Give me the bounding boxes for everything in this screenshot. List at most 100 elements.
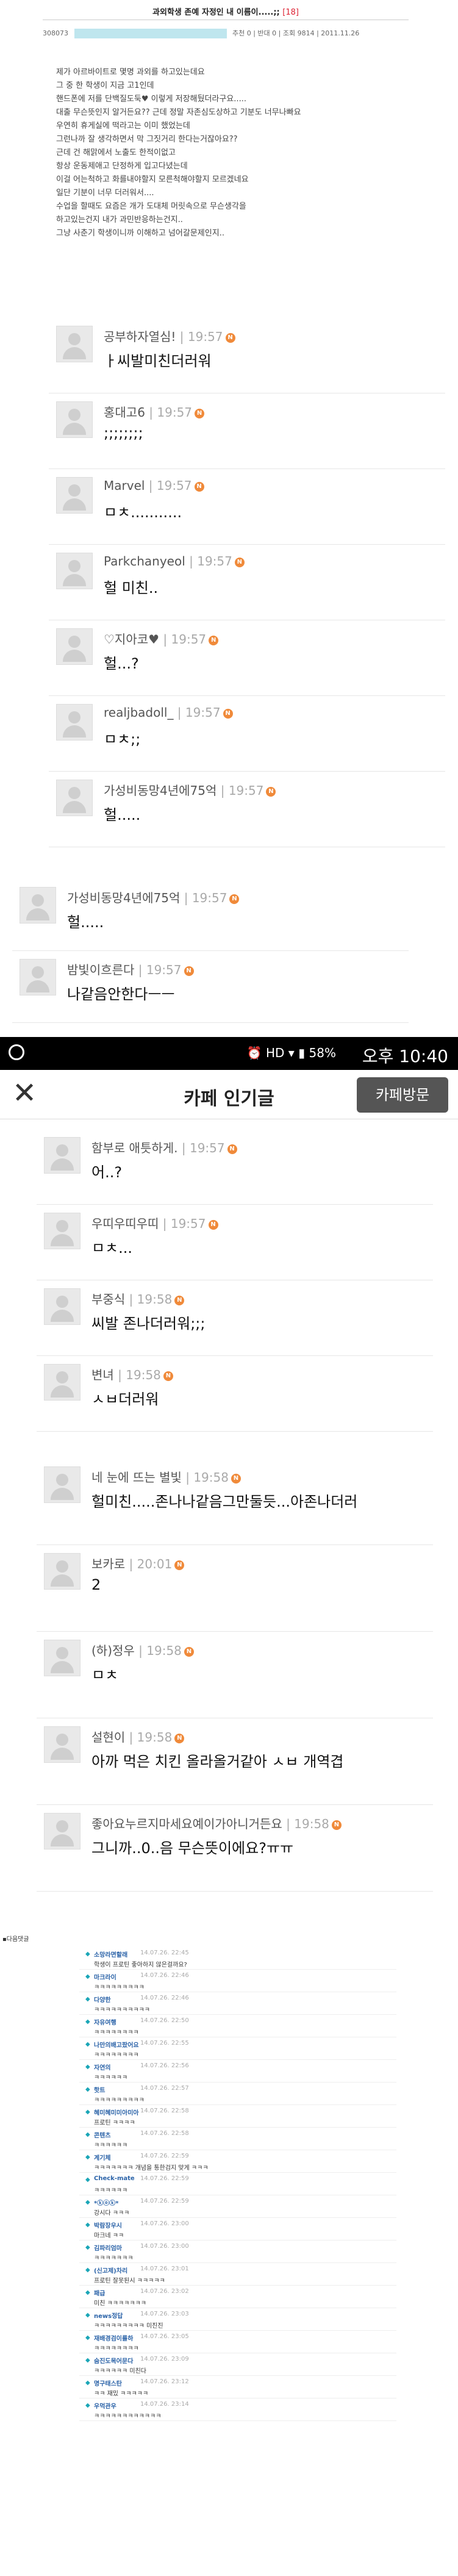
mini-author[interactable]: 박람장우시 — [94, 2220, 122, 2230]
comment-author[interactable]: (하)정우 | 19:58 N — [91, 1641, 194, 1659]
comment-author[interactable]: Parkchanyeol | 19:57 N — [104, 554, 245, 569]
avatar[interactable] — [44, 1213, 81, 1249]
mini-comment: ◆ (신고제)차리 14.07.26. 23:01 프로틴 잘못된시 ㅋㅋㅋㅋㅋ — [79, 2263, 396, 2286]
mini-author[interactable]: 명구태스탄 — [94, 2378, 122, 2388]
mini-author[interactable]: (신고제)차리 — [94, 2266, 127, 2275]
comment-row: 함부로 애틋하게. | 19:57 N 어..? — [37, 1128, 433, 1205]
avatar[interactable] — [56, 477, 93, 514]
avatar[interactable] — [56, 401, 93, 438]
avatar[interactable] — [56, 704, 93, 741]
comment-row: 변녀 | 19:58 N ㅅㅂ더러워 — [37, 1355, 433, 1432]
mini-comment: ◆ 다양한 14.07.26. 22:46 ㅋㅋㅋㅋㅋㅋㅋㅋㅋㅋ — [79, 1992, 396, 2015]
comment-row: 보카로 | 20:01 N 2 — [37, 1545, 433, 1632]
new-badge-icon: N — [266, 786, 276, 797]
mini-author[interactable]: 다양한 — [94, 1995, 111, 2004]
avatar[interactable] — [20, 887, 56, 924]
avatar[interactable] — [56, 553, 93, 589]
avatar[interactable] — [56, 628, 93, 665]
mini-author[interactable]: *ⓚⓞⓚ* — [94, 2198, 118, 2207]
mini-date: 14.07.26. 23:00 — [140, 2243, 189, 2250]
mini-comment: ◆ 콘텐츠 14.07.26. 22:58 ㅋㅋㅋㅋㅋㅋ — [79, 2128, 396, 2150]
gem-icon: ◆ — [85, 2109, 90, 2115]
mini-author[interactable]: news정답 — [94, 2311, 123, 2320]
avatar[interactable] — [20, 959, 56, 996]
comment-author[interactable]: 네 눈에 뜨는 별빛 | 19:58 N — [91, 1468, 241, 1485]
post-line: 일단 기분이 너무 더러워서.... — [56, 188, 154, 198]
post-line: 제가 아르바이트로 몇명 과외를 하고있는데요 — [56, 68, 205, 77]
comment-author[interactable]: 밤빛이흐른다 | 19:57 N — [67, 960, 194, 978]
comment-author[interactable]: ♡지아코♥ | 19:57 N — [104, 630, 219, 647]
gem-icon: ◆ — [85, 2312, 90, 2319]
post-line: 대출 무슨뜻인지 알거든요?? 근데 정말 자존심도상하고 기분도 너무나빠요 — [56, 108, 301, 117]
comment-time: 19:58 — [146, 1643, 182, 1658]
app-bar: ✕ 카페 인기글 카페방문 — [0, 1070, 458, 1119]
mini-author[interactable]: 자유여행 — [94, 2017, 116, 2026]
comment-author[interactable]: 설현이 | 19:58 N — [91, 1727, 185, 1745]
comment-author[interactable]: 보카로 | 20:01 N — [91, 1554, 185, 1572]
comment-row: Parkchanyeol | 19:57 N 헐 미친.. — [49, 544, 445, 620]
new-badge-icon: N — [234, 557, 245, 567]
comment-author[interactable]: 홍대고6 | 19:57 N — [104, 403, 205, 420]
blurred-author — [74, 29, 227, 38]
comment-author[interactable]: 변녀 | 19:58 N — [91, 1365, 173, 1383]
mini-text: ㅋㅋㅋㅋㅋㅋㅋㅋ — [94, 2345, 139, 2352]
mini-date: 14.07.26. 22:59 — [140, 2175, 189, 2182]
comment-author[interactable]: Marvel | 19:57 N — [104, 478, 204, 493]
comment-time: 19:58 — [193, 1470, 229, 1485]
avatar[interactable] — [44, 1813, 81, 1849]
comment-time: 19:57 — [187, 329, 223, 344]
avatar[interactable] — [44, 1288, 81, 1325]
visit-cafe-button[interactable]: 카페방문 — [357, 1077, 448, 1113]
gem-icon: ◆ — [85, 2064, 90, 2070]
avatar[interactable] — [44, 1364, 81, 1401]
post-title-text: 과외학생 존예 자정인 내 이름이.....;; — [152, 8, 280, 17]
gem-icon: ◆ — [85, 2289, 90, 2296]
app-logo-icon — [9, 1044, 24, 1060]
mini-author[interactable]: 재배경검이를하 — [94, 2333, 133, 2342]
comment-time: 19:58 — [126, 1368, 161, 1382]
mini-author[interactable]: 패급 — [94, 2288, 105, 2297]
mini-author[interactable]: 계기체 — [94, 2153, 111, 2162]
comment-author[interactable]: realjbadoll_ | 19:57 N — [104, 705, 233, 720]
author-name: 설현이 — [91, 1730, 126, 1745]
mini-comment: ◆ *ⓚⓞⓚ* 14.07.26. 22:59 강시다 ㅋㅋㅋ — [79, 2195, 396, 2218]
mini-author[interactable]: 김파리엄마 — [94, 2243, 122, 2252]
comment-author[interactable]: 가성비동망4년에75억 | 19:57 N — [67, 888, 240, 906]
mini-author[interactable]: 숨진도목어문다 — [94, 2356, 133, 2365]
mini-author[interactable]: 콘텐츠 — [94, 2130, 111, 2139]
mini-author[interactable]: Check-mate — [94, 2175, 135, 2182]
mini-comment-list: ◆ 소망라면할래 14.07.26. 22:45 학생이 프로틴 좋아하지 않은걸까요… — [79, 1947, 396, 2421]
comment-author[interactable]: 공부하자열심! | 19:57 N — [104, 327, 235, 345]
avatar[interactable] — [44, 1726, 81, 1763]
mini-text: ㅋㅋㅋㅋㅋㅋ 미친다 — [94, 2368, 146, 2375]
mini-comment: ◆ 나만의배고팠어요 14.07.26. 22:55 ㅋㅋㅋㅋㅋㅋㅋㅋ — [79, 2037, 396, 2060]
comment-author[interactable]: 좋아요누르지마세요예이가아니거든요 | 19:58 N — [91, 1814, 342, 1832]
mini-author[interactable]: 핫트 — [94, 2085, 105, 2094]
avatar[interactable] — [44, 1553, 81, 1590]
new-badge-icon: N — [184, 1646, 194, 1657]
comment-author[interactable]: 함부로 애틋하게. | 19:57 N — [91, 1138, 237, 1156]
comment-text: 어..? — [91, 1164, 123, 1181]
comment-author[interactable]: 부중식 | 19:58 N — [91, 1290, 185, 1307]
avatar[interactable] — [44, 1466, 81, 1503]
author-name: 네 눈에 뜨는 별빛 — [91, 1470, 182, 1485]
avatar[interactable] — [56, 326, 93, 362]
avatar[interactable] — [56, 780, 93, 816]
avatar[interactable] — [44, 1640, 81, 1676]
mini-author[interactable]: 혜미혜미미아미아 — [94, 2108, 139, 2117]
mini-author[interactable]: 소망라면할래 — [94, 1950, 127, 1959]
comment-row: 가성비동망4년에75억 | 19:57 N 헐..... — [49, 771, 445, 847]
mini-author[interactable]: 자연의 — [94, 2062, 111, 2072]
comment-author[interactable]: 가성비동망4년에75억 | 19:57 N — [104, 781, 276, 798]
comment-row: realjbadoll_ | 19:57 N ㅁㅊ;; — [49, 695, 445, 772]
comment-row: 가성비동망4년에75억 | 19:57 N 헐..... — [12, 878, 409, 951]
mini-author[interactable]: 마크라이 — [94, 1972, 116, 1981]
avatar[interactable] — [44, 1137, 81, 1174]
comment-author[interactable]: 우띠우띠우띠 | 19:57 N — [91, 1214, 218, 1232]
mini-author[interactable]: 우먹관우 — [94, 2401, 116, 2410]
mini-author[interactable]: 나만의배고팠어요 — [94, 2040, 139, 2049]
gem-icon: ◆ — [85, 2199, 90, 2206]
author-name: Parkchanyeol — [104, 554, 185, 569]
comment-row: 네 눈에 뜨는 별빛 | 19:58 N 헐미친.....존나나같음그만둘듯...아… — [37, 1458, 433, 1545]
comment-text: ㅁㅊ;; — [104, 731, 141, 748]
